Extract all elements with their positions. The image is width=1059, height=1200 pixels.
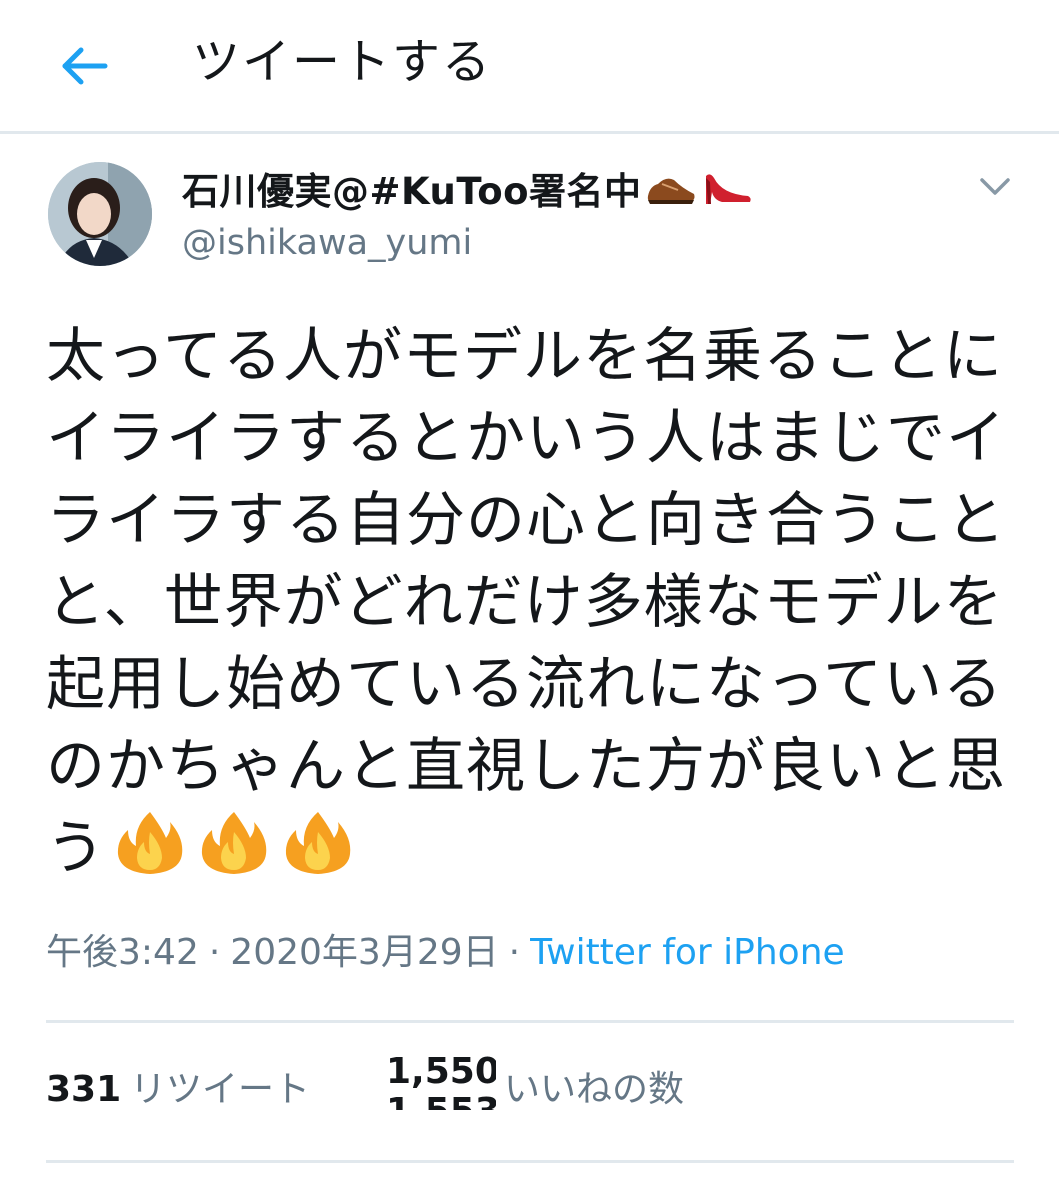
display-name: 石川優実@#KuToo署名中	[182, 170, 642, 213]
arrow-left-icon	[55, 38, 115, 94]
mans-shoe-icon	[644, 166, 698, 210]
tweet-body: 太ってる人がモデルを名乗ることにイライラするとかいう人はまじでイライラする自分の…	[46, 315, 1006, 889]
tweet-source-link[interactable]: Twitter for iPhone	[530, 932, 845, 973]
retweet-label[interactable]: リツイート	[130, 1060, 310, 1120]
meta-separator: ·	[508, 932, 521, 973]
like-count: 1,550	[386, 1052, 496, 1092]
tweet-time: 午後3:42	[46, 932, 199, 973]
tweet-meta: 午後3:42 · 2020年3月29日 · Twitter for iPhone	[46, 926, 845, 980]
page-title: ツイートする	[192, 34, 493, 90]
author-name-row[interactable]: 石川優実@#KuToo署名中	[182, 160, 754, 216]
tweet-menu-button[interactable]	[972, 166, 1018, 206]
app-header: ツイートする	[0, 0, 1059, 134]
fire-emoji-group	[112, 808, 364, 878]
meta-separator: ·	[208, 932, 221, 973]
fire-icon	[280, 808, 356, 878]
user-handle[interactable]: @ishikawa_yumi	[182, 218, 472, 268]
back-button[interactable]	[55, 38, 115, 94]
tweet-date: 2020年3月29日	[230, 932, 499, 973]
like-count-next: 1,553	[386, 1092, 496, 1111]
like-label[interactable]: いいねの数	[504, 1060, 684, 1120]
retweet-count[interactable]: 331	[46, 1060, 121, 1120]
fire-icon	[112, 808, 188, 878]
chevron-down-icon	[972, 166, 1018, 206]
high-heel-icon	[700, 166, 754, 210]
tweet-text: 太ってる人がモデルを名乗ることにイライラするとかいう人はまじでイライラする自分の…	[46, 321, 1007, 882]
divider	[46, 1160, 1014, 1163]
fire-icon	[196, 808, 272, 878]
divider	[46, 1020, 1014, 1023]
avatar[interactable]	[48, 162, 152, 266]
like-count-ticker[interactable]: 1,550 1,553	[386, 1052, 496, 1110]
